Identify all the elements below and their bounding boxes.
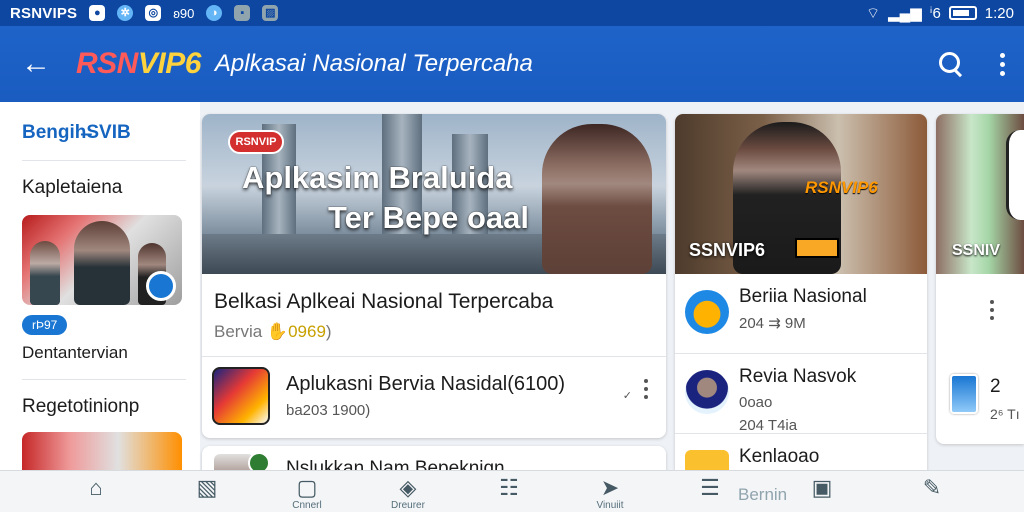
nav-label: Dreurer xyxy=(391,500,425,511)
list-item[interactable]: Beriia Nasional 204 ⇉ 9M xyxy=(675,274,927,354)
gallery-icon: ▪ xyxy=(234,5,251,21)
nav-label: Cnnerl xyxy=(292,500,322,511)
card-subtitle: Bervia ✋0969) xyxy=(202,314,666,342)
status-time: 1:20 xyxy=(984,4,1014,22)
flag-icon xyxy=(795,238,839,258)
document-icon: ☰ xyxy=(700,475,720,500)
sidebar-caption[interactable]: Dentantervian xyxy=(22,343,186,363)
sidebar-pill[interactable]: rÞ97 xyxy=(22,315,68,335)
page-title: Aplkasai Nasional Terpercaha xyxy=(214,50,533,77)
wifi-icon: ⌔ xyxy=(865,4,881,22)
settings-round-icon: ◑ xyxy=(206,5,223,21)
sidebar-thumbnail[interactable] xyxy=(22,432,182,472)
status-app-name: RSNVIPS xyxy=(10,4,78,22)
status-bar: RSNVIPS ● ✲ ◎ ʚ90 ◑ ▪ ▨ ⌔ ▂▄▆ ⁱ6 1:20 xyxy=(0,0,1024,26)
list-item-title: Aplukasni Bervia Nasidal(6100) xyxy=(286,373,566,395)
nav-pen[interactable]: ✎ xyxy=(902,471,962,512)
sidebar-heading[interactable]: Regetotinionp xyxy=(22,396,186,418)
nav-gallery[interactable]: ▧ xyxy=(177,471,237,512)
list-item-meta: 204 T4ia xyxy=(739,417,798,434)
nav-box[interactable]: ◈ Dreurer xyxy=(378,471,438,512)
news-avatar-icon xyxy=(685,290,729,334)
pen-icon: ✎ xyxy=(922,475,942,500)
sidebar-heading[interactable]: Kapletaiena xyxy=(22,177,186,199)
sub-highlight: ✋0969 xyxy=(266,322,326,341)
back-arrow-icon[interactable]: ← xyxy=(18,47,54,81)
divider xyxy=(22,160,186,161)
brand-part2: VIP6 xyxy=(137,47,202,80)
app-bar: ← RSNVIP6 Aplkasai Nasional Terpercaha xyxy=(0,26,1024,102)
featured-card[interactable]: RSNVIP Aplkasim Braluida Ter Bepe oaal B… xyxy=(202,114,666,438)
featured-hero-image[interactable]: RSNVIP Aplkasim Braluida Ter Bepe oaal xyxy=(202,114,666,274)
list-item-meta: 2⁶ Tı xyxy=(990,406,1020,422)
card-icon: ▢ xyxy=(296,475,318,500)
nav-document[interactable]: ☰ xyxy=(680,471,740,512)
sub-suffix: ) xyxy=(325,322,332,341)
sidebar-thumbnail[interactable] xyxy=(22,215,182,305)
sub-prefix: Bervia xyxy=(214,322,263,341)
news-hero-image[interactable]: RSNVIP6 SSNVIP6 xyxy=(675,114,927,274)
chevron-down-icon[interactable]: ✓ xyxy=(623,389,632,402)
sidebar-brand[interactable]: Bengih̶SVIB xyxy=(22,122,186,144)
list-item-meta: ba203 1900) xyxy=(286,402,371,419)
home-icon: ⌂ xyxy=(89,475,103,500)
nav-home[interactable]: ⌂ xyxy=(66,471,126,512)
more-vert-icon[interactable] xyxy=(644,379,648,399)
signal-icon: ▂▄▆ xyxy=(888,5,922,22)
more-vert-icon[interactable] xyxy=(1000,52,1006,76)
list-item[interactable]: Revia Nasvok 0oao 204 T4ia xyxy=(675,354,927,434)
news-card[interactable]: RSNVIP6 SSNVIP6 Beriia Nasional 204 ⇉ 9M… xyxy=(675,114,927,494)
hero-person xyxy=(542,124,652,274)
divider xyxy=(22,379,186,380)
search-icon[interactable] xyxy=(938,51,964,77)
nav-card[interactable]: ▢ Cnnerl xyxy=(277,471,337,512)
signal-text: ⁱ6 xyxy=(929,5,941,22)
send-icon: ➤ xyxy=(600,475,620,500)
box-icon: ◈ xyxy=(399,475,417,500)
hero-label: SSNVIP6 xyxy=(689,240,766,260)
list-item-meta: 204 ⇉ 9M xyxy=(739,315,806,332)
hero-title: Aplkasim Braluida xyxy=(242,160,513,195)
folder-icon: ▣ xyxy=(811,475,833,500)
list-icon: ☷ xyxy=(499,475,519,500)
gear-icon: ✲ xyxy=(117,5,134,21)
app-brand-logo: RSNVIP6 xyxy=(76,47,201,81)
list-item-meta: 0oao xyxy=(739,394,773,411)
nav-send[interactable]: ➤ Vinuiit xyxy=(580,471,640,512)
avatar xyxy=(685,370,729,414)
app-logo-icon xyxy=(212,367,270,425)
brand-part1: RSN xyxy=(76,47,138,80)
list-item-title: Revia Nasvok xyxy=(739,366,857,387)
list-item-title: 2 xyxy=(990,376,1001,397)
nav-folder[interactable]: ▣ xyxy=(792,471,852,512)
more-vert-icon[interactable] xyxy=(990,300,994,320)
hero-brand-text: RSNVIP6 xyxy=(805,178,878,197)
thumbnail-person xyxy=(74,221,130,305)
hero-label: SSNIV xyxy=(952,242,1001,259)
camera-icon: ◎ xyxy=(145,5,162,21)
scroll-edge-handle[interactable] xyxy=(1006,130,1024,220)
sidebar: Bengih̶SVIB Kapletaiena rÞ97 Dentantervi… xyxy=(0,102,200,472)
list-item-title: Beriia Nasional xyxy=(739,286,867,307)
notification-icon: ● xyxy=(89,5,106,21)
status-mid-text: ʚ90 xyxy=(173,5,195,21)
battery-icon xyxy=(948,6,977,20)
hero-title: Ter Bepe oaal xyxy=(328,200,530,235)
photo-icon: ▨ xyxy=(262,5,279,21)
bottom-navigation: ⌂ ▧ ▢ Cnnerl ◈ Dreurer ☷ ➤ Vinuiit ☰ Ber… xyxy=(0,470,1024,512)
gallery-icon: ▧ xyxy=(196,475,218,500)
list-item[interactable]: Aplukasni Bervia Nasidal(6100) ba203 190… xyxy=(202,357,666,435)
thumbnail-icon xyxy=(950,374,978,414)
nav-list[interactable]: ☷ xyxy=(479,471,539,512)
nav-inline-label[interactable]: Bernin xyxy=(738,485,787,505)
nav-label: Vinuiit xyxy=(596,500,624,511)
card-headline[interactable]: Belkasi Aplkeai Nasional Terpercaba xyxy=(202,274,666,314)
channel-badge-icon xyxy=(146,271,176,301)
list-item-title: Kenlaoao xyxy=(739,446,820,467)
hero-chip-logo: RSNVIP xyxy=(228,130,284,154)
thumbnail-person xyxy=(30,241,60,305)
